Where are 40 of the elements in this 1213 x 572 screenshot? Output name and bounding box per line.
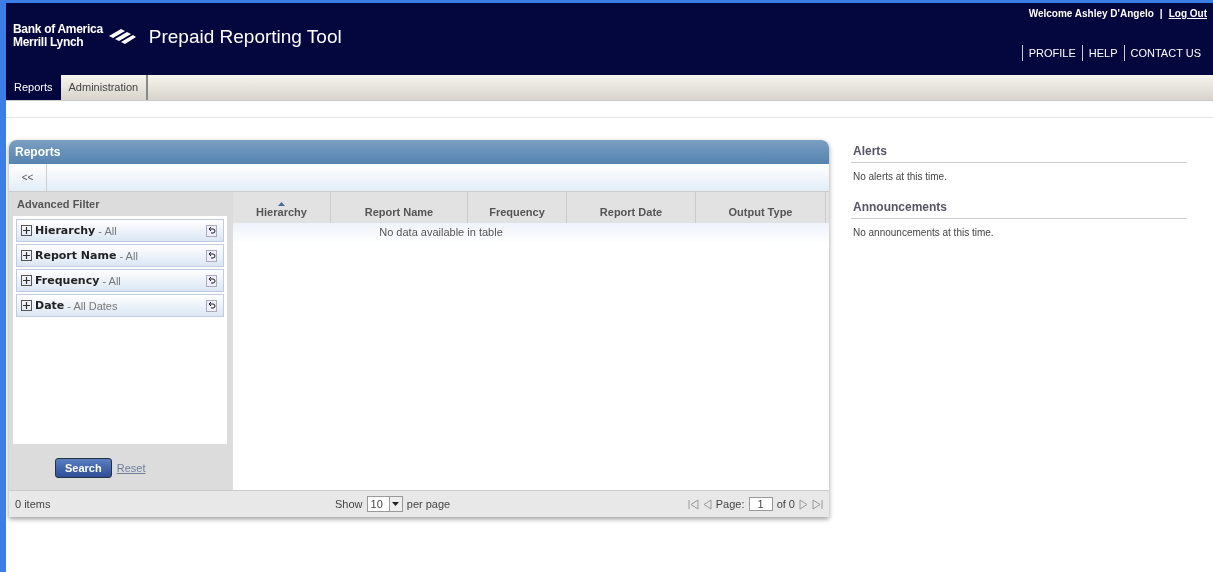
expand-icon[interactable] bbox=[21, 275, 32, 286]
page-total: of 0 bbox=[776, 498, 795, 510]
undo-icon[interactable] bbox=[206, 299, 217, 312]
separator-text: | bbox=[1159, 8, 1163, 19]
show-label: Show bbox=[335, 498, 363, 510]
items-count: 0 items bbox=[15, 498, 52, 510]
panel-title: Reports bbox=[9, 140, 829, 164]
expand-icon[interactable] bbox=[21, 225, 32, 236]
announcements-message: No announcements at this time. bbox=[852, 226, 995, 240]
filter-title: Advanced Filter bbox=[16, 197, 101, 212]
undo-icon[interactable] bbox=[206, 249, 217, 262]
nav-tab[interactable]: Reports bbox=[6, 75, 61, 100]
announcements-heading: Announcements bbox=[851, 196, 1187, 219]
alerts-message: No alerts at this time. bbox=[852, 170, 948, 184]
filter-item[interactable]: Date - All Dates bbox=[16, 294, 224, 317]
filter-item[interactable]: Hierarchy - All bbox=[16, 219, 224, 242]
logo-text: Bank of America bbox=[13, 23, 103, 36]
nav-tab[interactable]: Administration bbox=[60, 75, 149, 100]
undo-icon[interactable] bbox=[206, 224, 217, 237]
page-input[interactable]: 1 bbox=[748, 497, 773, 511]
welcome-text: Welcome Ashley D'Angelo bbox=[1028, 8, 1154, 19]
page-label: Page: bbox=[715, 498, 745, 510]
expand-icon[interactable] bbox=[21, 250, 32, 261]
caret-icon[interactable] bbox=[392, 502, 400, 506]
search-button[interactable]: Search bbox=[55, 458, 112, 478]
nav-link[interactable]: CONTACT US bbox=[1123, 45, 1207, 61]
nav-link[interactable]: HELP bbox=[1081, 45, 1124, 61]
empty-table-message: No data available in table bbox=[233, 223, 829, 244]
logout-link[interactable]: Log Out bbox=[1168, 8, 1207, 19]
undo-icon[interactable] bbox=[206, 274, 217, 287]
collapse-button[interactable]: << bbox=[9, 164, 47, 191]
per-page-label: per page bbox=[406, 498, 451, 510]
alerts-heading: Alerts bbox=[851, 140, 1187, 163]
per-page-dropdown[interactable]: 10 bbox=[366, 496, 403, 512]
filter-item[interactable]: Frequency - All bbox=[16, 269, 224, 292]
filter-item[interactable]: Report Name - All bbox=[16, 244, 224, 267]
nav-link[interactable]: PROFILE bbox=[1021, 45, 1082, 61]
logo-text: Merrill Lynch bbox=[13, 36, 85, 49]
expand-icon[interactable] bbox=[21, 300, 32, 311]
app-title: Prepaid Reporting Tool bbox=[147, 25, 342, 48]
